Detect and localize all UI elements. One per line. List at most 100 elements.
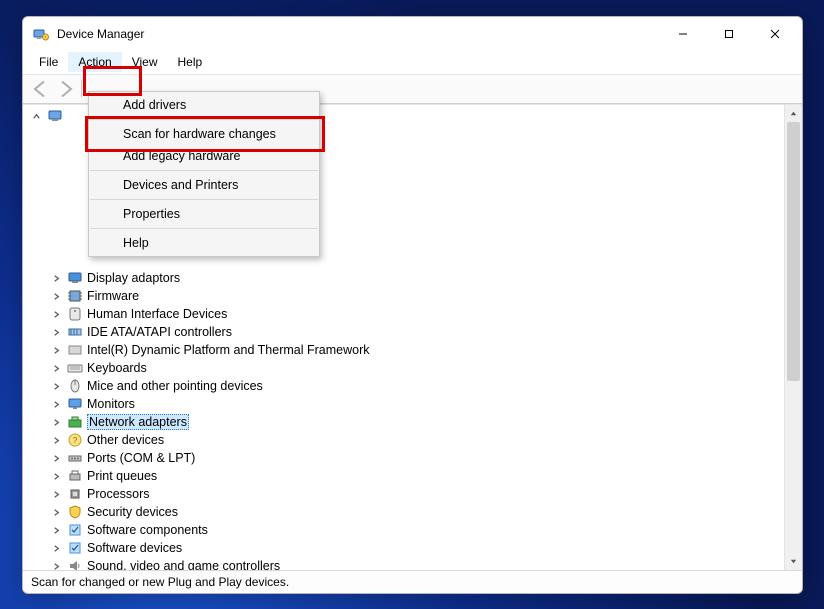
- expand-icon[interactable]: [49, 559, 63, 570]
- tree-item[interactable]: ? Other devices: [27, 431, 802, 449]
- menu-view[interactable]: View: [122, 52, 168, 72]
- menu-separator: [90, 199, 318, 200]
- tree-item-label: Firmware: [87, 289, 139, 303]
- tree-item-label: Keyboards: [87, 361, 147, 375]
- status-text: Scan for changed or new Plug and Play de…: [31, 575, 289, 589]
- tree-item-label: Security devices: [87, 505, 178, 519]
- maximize-button[interactable]: [706, 17, 752, 50]
- device-manager-window: Device Manager File Action View Help Add…: [22, 16, 803, 594]
- tree-item-label: Intel(R) Dynamic Platform and Thermal Fr…: [87, 343, 369, 357]
- action-menu-dropdown: Add drivers Scan for hardware changes Ad…: [88, 91, 320, 257]
- monitor-icon: [67, 396, 83, 412]
- menu-separator: [90, 228, 318, 229]
- tree-item-label: Monitors: [87, 397, 135, 411]
- chip-icon: [67, 288, 83, 304]
- status-bar: Scan for changed or new Plug and Play de…: [23, 570, 802, 593]
- tree-item-label: Network adapters: [87, 414, 189, 430]
- tree-item[interactable]: IDE ATA/ATAPI controllers: [27, 323, 802, 341]
- generic-icon: [67, 342, 83, 358]
- cpu-icon: [67, 486, 83, 502]
- expand-icon[interactable]: [49, 541, 63, 555]
- menu-separator: [90, 170, 318, 171]
- expand-icon[interactable]: [49, 271, 63, 285]
- titlebar: Device Manager: [23, 17, 802, 50]
- expand-icon[interactable]: [49, 415, 63, 429]
- expand-icon[interactable]: [49, 307, 63, 321]
- expand-icon[interactable]: [49, 379, 63, 393]
- security-icon: [67, 504, 83, 520]
- tree-item[interactable]: Firmware: [27, 287, 802, 305]
- scrollbar-track[interactable]: [785, 122, 802, 553]
- app-icon: [33, 26, 49, 42]
- expand-icon[interactable]: [49, 325, 63, 339]
- hid-icon: [67, 306, 83, 322]
- tree-item[interactable]: Display adaptors: [27, 269, 802, 287]
- vertical-scrollbar[interactable]: [784, 105, 802, 570]
- menu-file[interactable]: File: [29, 52, 68, 72]
- scroll-down-icon[interactable]: [785, 553, 802, 570]
- tree-item[interactable]: Intel(R) Dynamic Platform and Thermal Fr…: [27, 341, 802, 359]
- expand-icon[interactable]: [49, 505, 63, 519]
- window-controls: [660, 17, 798, 50]
- menu-help-item[interactable]: Help: [89, 232, 319, 254]
- tree-item[interactable]: Network adapters: [27, 413, 802, 431]
- computer-icon: [47, 108, 63, 124]
- menu-separator: [90, 119, 318, 120]
- menu-add-legacy[interactable]: Add legacy hardware: [89, 145, 319, 167]
- expand-icon[interactable]: [49, 469, 63, 483]
- network-icon: [67, 414, 83, 430]
- expand-icon[interactable]: [49, 289, 63, 303]
- tree-item[interactable]: Software devices: [27, 539, 802, 557]
- tree-item[interactable]: Print queues: [27, 467, 802, 485]
- menu-action[interactable]: Action: [68, 52, 121, 72]
- collapse-icon[interactable]: [29, 109, 43, 123]
- minimize-button[interactable]: [660, 17, 706, 50]
- tree-item-label: Human Interface Devices: [87, 307, 227, 321]
- expand-icon[interactable]: [49, 397, 63, 411]
- expand-icon[interactable]: [49, 451, 63, 465]
- expand-icon[interactable]: [49, 343, 63, 357]
- menu-properties[interactable]: Properties: [89, 203, 319, 225]
- tree-item-label: Other devices: [87, 433, 164, 447]
- expand-icon[interactable]: [49, 361, 63, 375]
- expand-icon[interactable]: [49, 487, 63, 501]
- tree-item[interactable]: Processors: [27, 485, 802, 503]
- menu-add-drivers[interactable]: Add drivers: [89, 94, 319, 116]
- toolbar-separator: [81, 80, 82, 98]
- tree-item-label: Software components: [87, 523, 208, 537]
- mouse-icon: [67, 378, 83, 394]
- tree-item-label: Print queues: [87, 469, 157, 483]
- menu-scan-hardware[interactable]: Scan for hardware changes: [89, 123, 319, 145]
- tree-item[interactable]: Security devices: [27, 503, 802, 521]
- tree-item[interactable]: Keyboards: [27, 359, 802, 377]
- display-icon: [67, 270, 83, 286]
- ide-icon: [67, 324, 83, 340]
- tree-item-label: Software devices: [87, 541, 182, 555]
- software-icon: [67, 540, 83, 556]
- software-icon: [67, 522, 83, 538]
- scroll-up-icon[interactable]: [785, 105, 802, 122]
- window-title: Device Manager: [57, 27, 660, 41]
- nav-forward-button[interactable]: [53, 77, 77, 101]
- tree-item[interactable]: Ports (COM & LPT): [27, 449, 802, 467]
- tree-item[interactable]: Mice and other pointing devices: [27, 377, 802, 395]
- tree-item-label: Ports (COM & LPT): [87, 451, 195, 465]
- other-icon: ?: [67, 432, 83, 448]
- menu-help[interactable]: Help: [168, 52, 213, 72]
- expand-icon[interactable]: [49, 433, 63, 447]
- keyboard-icon: [67, 360, 83, 376]
- menubar: File Action View Help: [23, 50, 802, 75]
- tree-item[interactable]: Sound, video and game controllers: [27, 557, 802, 570]
- tree-item[interactable]: Monitors: [27, 395, 802, 413]
- sound-icon: [67, 558, 83, 570]
- scrollbar-thumb[interactable]: [787, 122, 800, 381]
- tree-item-label: Mice and other pointing devices: [87, 379, 263, 393]
- expand-icon[interactable]: [49, 523, 63, 537]
- close-button[interactable]: [752, 17, 798, 50]
- printer-icon: [67, 468, 83, 484]
- tree-item[interactable]: Software components: [27, 521, 802, 539]
- nav-back-button[interactable]: [29, 77, 53, 101]
- tree-item[interactable]: Human Interface Devices: [27, 305, 802, 323]
- menu-devices-printers[interactable]: Devices and Printers: [89, 174, 319, 196]
- tree-item-label: IDE ATA/ATAPI controllers: [87, 325, 232, 339]
